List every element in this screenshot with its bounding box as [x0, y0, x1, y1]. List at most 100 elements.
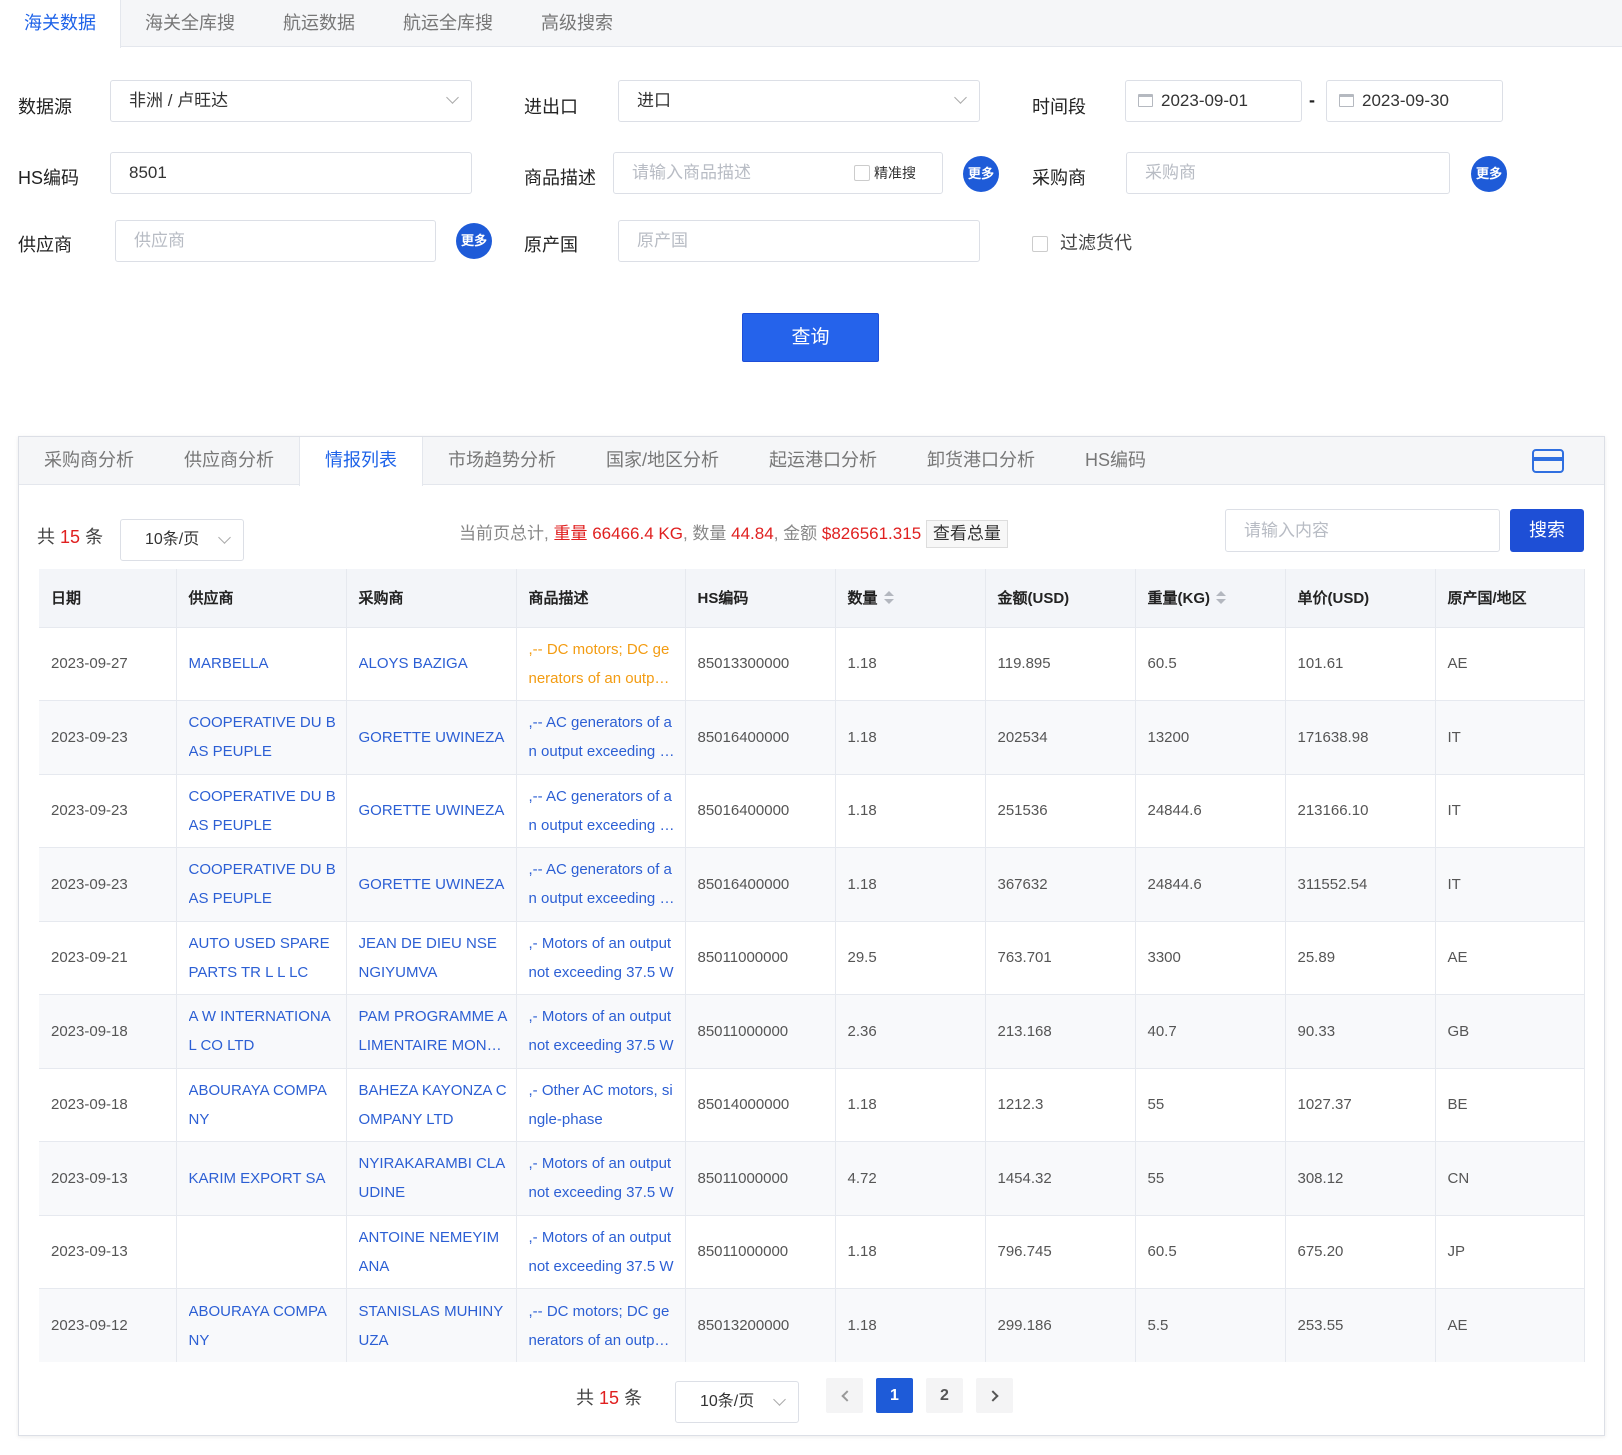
buyer-cell[interactable]: ALOYS BAZIGA [346, 626, 517, 701]
tab-origin-port[interactable]: 起运港口分析 [744, 437, 902, 485]
tab-country-region[interactable]: 国家/地区分析 [581, 437, 744, 485]
data-source-select[interactable]: 非洲 / 卢旺达 [110, 80, 472, 122]
tab-shipping-full-search[interactable]: 航运全库搜 [379, 0, 517, 47]
supplier-cell[interactable]: ABOURAYA COMPANY [176, 1288, 347, 1362]
supplier-cell[interactable]: A W INTERNATIONAL CO LTD [176, 994, 347, 1068]
supplier-cell[interactable]: COOPERATIVE DU BAS PEUPLE [176, 773, 347, 848]
date-text: 2023-09-23 [51, 875, 128, 893]
supplier-cell[interactable]: ABOURAYA COMPANY [176, 1067, 347, 1142]
weight-cell: 40.7 [1135, 994, 1286, 1068]
prev-page-button[interactable] [826, 1378, 863, 1413]
amount-cell: 1454.32 [985, 1141, 1136, 1215]
import-export-select[interactable]: 进口 [618, 80, 980, 122]
tab-buyer-analysis[interactable]: 采购商分析 [19, 437, 159, 485]
query-button[interactable]: 查询 [742, 313, 879, 362]
weight-text: 40.7 [1147, 1022, 1177, 1040]
buyer-cell[interactable]: PAM PROGRAMME ALIMENTAIRE MONDIAL [346, 994, 517, 1068]
col-amount[interactable]: 金额(USD) [985, 569, 1136, 627]
unit-price-text: 213166.10 [1297, 802, 1369, 820]
card-view-icon[interactable] [1532, 449, 1564, 473]
exact-search-label: 精准搜 [874, 165, 916, 181]
product-desc-cell[interactable]: ,-- AC generators of an output exceeding… [516, 773, 686, 848]
product-desc-cell[interactable]: ,-- DC motors; DC generators of an outpu… [516, 1288, 686, 1362]
table-row: 2023-09-18 A W INTERNATIONAL CO LTD PAM PR… [39, 994, 1585, 1068]
product-desc-input[interactable]: 请输入商品描述 精准搜 [613, 152, 943, 194]
buyer-cell[interactable]: BAHEZA KAYONZA COMPANY LTD [346, 1067, 517, 1142]
tab-shipping-data[interactable]: 航运数据 [259, 0, 379, 47]
col-product-desc[interactable]: 商品描述 [516, 569, 686, 627]
list-search-input[interactable]: 请输入内容 [1225, 509, 1500, 552]
tab-customs-full-search[interactable]: 海关全库搜 [121, 0, 259, 47]
sort-icon[interactable] [1216, 591, 1226, 605]
page-size-select[interactable]: 10条/页 [120, 519, 244, 561]
product-desc-cell[interactable]: ,- Motors of an output not exceeding 37.… [516, 1141, 686, 1215]
product-desc-cell[interactable]: ,-- AC generators of an output exceeding… [516, 847, 686, 921]
table-row: 2023-09-18 ABOURAYA COMPANY BAHEZA KAYONZA… [39, 1067, 1585, 1142]
buyer-input[interactable]: 采购商 [1126, 152, 1450, 194]
supplier-cell[interactable]: COOPERATIVE DU BAS PEUPLE [176, 847, 347, 921]
hs-code-input[interactable]: 8501 [110, 152, 472, 194]
unit-price-text: 25.89 [1297, 949, 1336, 967]
view-total-button[interactable]: 查看总量 [925, 520, 1008, 548]
date-cell: 2023-09-18 [39, 994, 177, 1068]
col-supplier[interactable]: 供应商 [176, 569, 347, 627]
buyer-more-button[interactable]: 更多 [1471, 156, 1507, 192]
product-desc-cell[interactable]: ,- Motors of an output not exceeding 37.… [516, 994, 686, 1068]
buyer-cell[interactable]: GORETTE UWINEZA [346, 847, 517, 921]
chevron-left-icon [840, 1390, 853, 1402]
tab-market-trend[interactable]: 市场趋势分析 [423, 437, 581, 485]
supplier-cell[interactable]: COOPERATIVE DU BAS PEUPLE [176, 700, 347, 774]
supplier-more-button[interactable]: 更多 [456, 223, 492, 259]
quantity-text: 1.18 [847, 1243, 877, 1261]
buyer-cell[interactable]: ANTOINE NEMEYIMANA [346, 1214, 517, 1289]
product-desc-more-button[interactable]: 更多 [963, 156, 999, 192]
start-date-input[interactable]: 2023-09-01 [1125, 80, 1302, 122]
filter-forwarder-checkbox[interactable] [1032, 236, 1048, 252]
tab-customs-data[interactable]: 海关数据 [0, 0, 121, 48]
sort-icon[interactable] [883, 591, 894, 605]
tab-discharge-port[interactable]: 卸货港口分析 [902, 437, 1060, 485]
product-desc-cell[interactable]: ,- Other AC motors, single-phase [516, 1067, 686, 1142]
page-2-button[interactable]: 2 [926, 1378, 963, 1413]
buyer-cell[interactable]: NYIRAKARAMBI CLAUDINE [346, 1141, 517, 1215]
supplier-cell[interactable]: KARIM EXPORT SA [176, 1141, 347, 1215]
supplier-input[interactable]: 供应商 [115, 220, 436, 262]
tab-intel-list[interactable]: 情报列表 [299, 437, 423, 486]
col-weight[interactable]: 重量(KG) [1135, 569, 1286, 627]
col-quantity[interactable]: 数量 [835, 569, 986, 627]
origin-input[interactable]: 原产国 [618, 220, 980, 262]
origin-label: 原产国 [524, 235, 578, 255]
product-desc-text: ,-- AC generators of an output exceeding… [528, 787, 677, 834]
supplier-cell[interactable]: MARBELLA [176, 626, 347, 701]
buyer-cell[interactable]: GORETTE UWINEZA [346, 700, 517, 774]
exact-search-checkbox[interactable] [854, 165, 870, 181]
tab-supplier-analysis[interactable]: 供应商分析 [159, 437, 299, 485]
filter-forwarder-option[interactable]: 过滤货代 [1032, 229, 1132, 255]
col-buyer[interactable]: 采购商 [346, 569, 517, 627]
tab-advanced-search[interactable]: 高级搜索 [517, 0, 637, 47]
buyer-cell[interactable]: STANISLAS MUHINYUZA [346, 1288, 517, 1362]
quantity-cell: 1.18 [835, 773, 986, 848]
end-date-input[interactable]: 2023-09-30 [1326, 80, 1503, 122]
product-desc-cell[interactable]: ,-- AC generators of an output exceeding… [516, 700, 686, 774]
exact-search-option[interactable]: 精准搜 [854, 153, 916, 193]
chevron-down-icon[interactable] [773, 1393, 786, 1406]
tab-hs-code[interactable]: HS编码 [1060, 437, 1171, 485]
supplier-cell[interactable] [176, 1214, 347, 1289]
pager-page-size-select[interactable]: 10条/页 [675, 1381, 799, 1423]
col-unit-price[interactable]: 单价(USD) [1285, 569, 1436, 627]
next-page-button[interactable] [976, 1378, 1013, 1413]
buyer-cell[interactable]: GORETTE UWINEZA [346, 773, 517, 848]
buyer-text: PAM PROGRAMME ALIMENTAIRE MONDIAL [358, 1008, 508, 1055]
list-search-button[interactable]: 搜索 [1510, 509, 1584, 552]
supplier-cell[interactable]: AUTO USED SPARE PARTS TR L L LC [176, 920, 347, 995]
product-desc-cell[interactable]: ,- Motors of an output not exceeding 37.… [516, 920, 686, 995]
col-origin[interactable]: 原产国/地区 [1435, 569, 1585, 627]
col-date[interactable]: 日期 [39, 569, 177, 627]
origin-text: AE [1447, 949, 1468, 967]
product-desc-cell[interactable]: ,- Motors of an output not exceeding 37.… [516, 1214, 686, 1289]
product-desc-cell[interactable]: ,-- DC motors; DC generators of an outpu… [516, 626, 686, 701]
col-hs-code[interactable]: HS编码 [685, 569, 836, 627]
buyer-cell[interactable]: JEAN DE DIEU NSENGIYUMVA [346, 920, 517, 995]
page-1-button[interactable]: 1 [876, 1378, 913, 1413]
